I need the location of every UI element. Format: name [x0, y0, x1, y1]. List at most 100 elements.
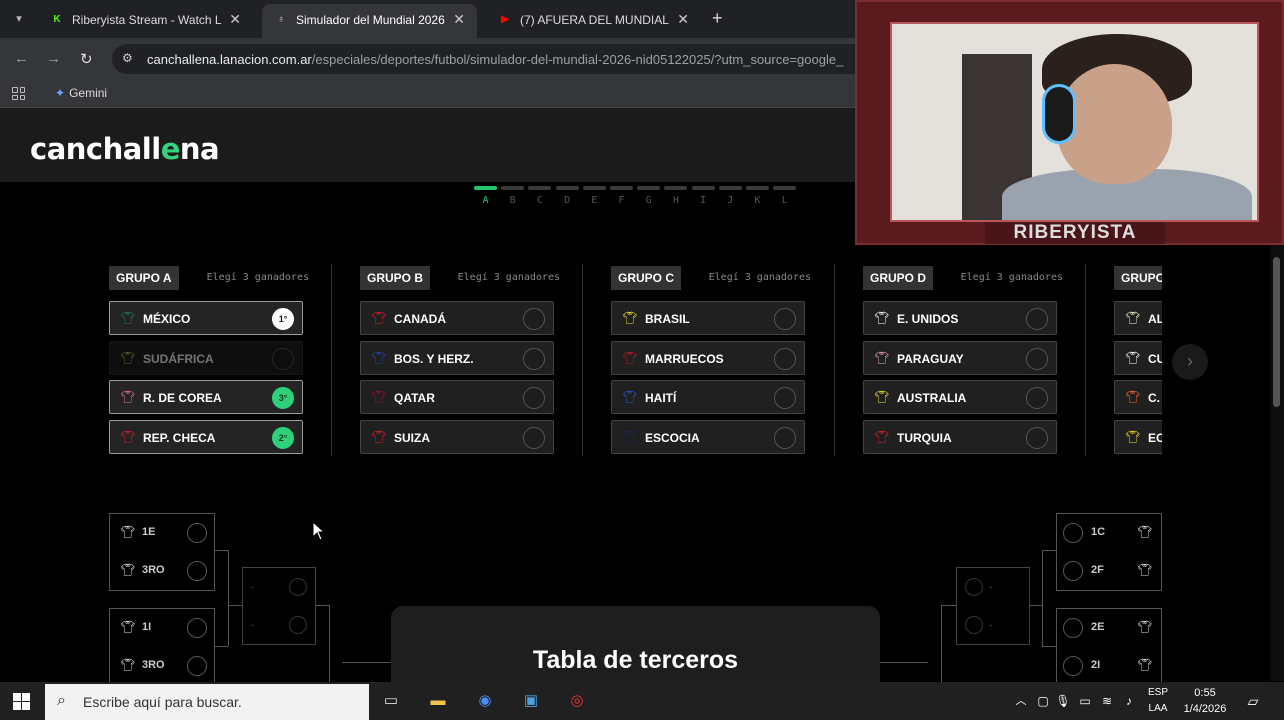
- address-url[interactable]: canchallena.lanacion.com.ar/especiales/d…: [147, 52, 843, 67]
- team-option[interactable]: 👕︎ CANADÁ: [360, 301, 554, 335]
- bracket-seed-box[interactable]: 👕︎ 1E 👕︎ 3RO: [109, 513, 215, 591]
- team-option[interactable]: 👕︎ EC: [1114, 419, 1162, 454]
- team-pick-indicator[interactable]: [523, 387, 545, 409]
- team-option[interactable]: 👕︎ ESCOCIA: [611, 419, 805, 454]
- step-group-d[interactable]: D: [555, 186, 579, 206]
- bracket-slot[interactable]: 2E 👕︎: [1057, 609, 1161, 647]
- language-indicator[interactable]: ESP LAA: [1146, 685, 1170, 717]
- team-option[interactable]: 👕︎ QATAR: [360, 380, 554, 414]
- team-option[interactable]: 👕︎ TURQUIA: [863, 419, 1057, 454]
- team-option[interactable]: 👕︎ BRASIL: [611, 301, 805, 335]
- next-groups-button[interactable]: ›: [1172, 344, 1208, 380]
- step-group-c[interactable]: C: [528, 186, 552, 206]
- team-option[interactable]: 👕︎ E. UNIDOS: [863, 301, 1057, 335]
- file-explorer-icon[interactable]: ▬: [425, 688, 451, 714]
- taskbar-search-box[interactable]: ⌕ Escribe aquí para buscar.: [45, 684, 369, 720]
- bracket-slot[interactable]: 👕︎ 3RO: [110, 647, 214, 685]
- team-pick-indicator[interactable]: [523, 426, 545, 449]
- browser-tab[interactable]: ♁ Simulador del Mundial 2026 ✕: [262, 4, 477, 38]
- step-group-f[interactable]: F: [610, 186, 633, 206]
- step-group-b[interactable]: B: [501, 186, 525, 206]
- app-window-icon[interactable]: ▣: [518, 688, 544, 714]
- bracket-slot[interactable]: 2F 👕︎: [1057, 552, 1161, 590]
- team-option[interactable]: 👕︎ R. DE COREA 3°: [109, 380, 303, 414]
- step-group-k[interactable]: K: [746, 186, 769, 206]
- task-view-icon[interactable]: ▭: [378, 688, 404, 714]
- team-pick-indicator[interactable]: [1026, 347, 1048, 370]
- bracket-slot-radio[interactable]: [187, 523, 207, 543]
- step-group-j[interactable]: J: [718, 186, 742, 206]
- step-group-e[interactable]: E: [582, 186, 606, 206]
- team-option[interactable]: 👕︎ MARRUECOS: [611, 340, 805, 375]
- bracket-seed-box[interactable]: 2E 👕︎ 2I 👕︎: [1056, 608, 1162, 686]
- team-option[interactable]: 👕︎ BOS. Y HERZ.: [360, 340, 554, 375]
- bracket-slot-radio[interactable]: [1063, 618, 1083, 638]
- canchallena-logo[interactable]: canchallena: [30, 132, 220, 166]
- team-pick-indicator[interactable]: 2°: [272, 426, 294, 449]
- bracket-slot-radio[interactable]: [187, 656, 207, 676]
- bracket-slot-radio[interactable]: [1063, 561, 1083, 581]
- team-option[interactable]: 👕︎ SUIZA: [360, 419, 554, 454]
- team-option[interactable]: 👕︎ MÉXICO 1°: [109, 301, 303, 335]
- bracket-seed-box[interactable]: 1C 👕︎ 2F 👕︎: [1056, 513, 1162, 591]
- bracket-slot-radio[interactable]: [1063, 523, 1083, 543]
- back-icon[interactable]: ←: [14, 50, 29, 67]
- team-pick-indicator[interactable]: [1026, 426, 1048, 449]
- page-scrollbar[interactable]: [1270, 245, 1284, 681]
- step-group-h[interactable]: H: [664, 186, 688, 206]
- apps-grid-icon[interactable]: [12, 87, 25, 100]
- bracket-slot[interactable]: 👕︎ 3RO: [110, 552, 214, 590]
- volume-icon[interactable]: ♪: [1116, 688, 1142, 714]
- step-group-i[interactable]: I: [691, 186, 715, 206]
- browser-tab[interactable]: K Riberyista Stream - Watch Live ✕: [38, 4, 253, 38]
- bracket-slot[interactable]: 👕︎ 1E: [110, 514, 214, 552]
- browser-tab[interactable]: ▶ (7) AFUERA DEL MUNDIAL POR ✕: [486, 4, 701, 38]
- close-tab-icon[interactable]: ✕: [677, 11, 689, 28]
- bracket-match-right[interactable]: - -: [956, 567, 1030, 645]
- step-group-a[interactable]: A: [474, 186, 497, 206]
- team-option[interactable]: 👕︎ REP. CHECA 2°: [109, 419, 303, 454]
- tab-search-button[interactable]: ▾: [8, 8, 30, 30]
- bookmark-gemini[interactable]: ✦ Gemini: [55, 86, 107, 100]
- team-option[interactable]: 👕︎ CU: [1114, 340, 1162, 375]
- team-pick-indicator[interactable]: [1026, 308, 1048, 330]
- address-bar[interactable]: ⚙ canchallena.lanacion.com.ar/especiales…: [112, 44, 872, 74]
- team-pick-indicator[interactable]: [774, 347, 796, 370]
- team-pick-indicator[interactable]: [774, 387, 796, 409]
- forward-icon[interactable]: →: [46, 50, 61, 67]
- team-pick-indicator[interactable]: [774, 426, 796, 449]
- team-pick-indicator[interactable]: [272, 347, 294, 370]
- taskbar-clock[interactable]: 0:55 1/4/2026: [1180, 685, 1230, 717]
- team-pick-indicator[interactable]: [523, 308, 545, 330]
- team-option[interactable]: 👕︎ AUSTRALIA: [863, 380, 1057, 414]
- team-pick-indicator[interactable]: [523, 347, 545, 370]
- bracket-seed-box[interactable]: 👕︎ 1I 👕︎ 3RO: [109, 608, 215, 686]
- team-option[interactable]: 👕︎ PARAGUAY: [863, 340, 1057, 375]
- scrollbar-thumb[interactable]: [1273, 257, 1280, 407]
- team-pick-indicator[interactable]: [1026, 387, 1048, 409]
- bracket-slot[interactable]: 2I 👕︎: [1057, 647, 1161, 685]
- step-group-l[interactable]: L: [773, 186, 797, 206]
- bracket-slot-radio[interactable]: [187, 618, 207, 638]
- bracket-match-left[interactable]: - -: [242, 567, 316, 645]
- team-option[interactable]: 👕︎ AL: [1114, 301, 1162, 335]
- step-group-g[interactable]: G: [637, 186, 661, 206]
- reload-icon[interactable]: ↻: [80, 50, 93, 68]
- windows-start-icon[interactable]: [13, 693, 30, 710]
- bracket-slot-radio[interactable]: [1063, 656, 1083, 676]
- bracket-slot[interactable]: 👕︎ 1I: [110, 609, 214, 647]
- obs-icon[interactable]: ◎: [564, 688, 590, 714]
- team-pick-indicator[interactable]: [774, 308, 796, 330]
- bracket-slot[interactable]: 1C 👕︎: [1057, 514, 1161, 552]
- close-tab-icon[interactable]: ✕: [229, 11, 241, 28]
- team-option[interactable]: 👕︎ C.: [1114, 380, 1162, 414]
- team-pick-indicator[interactable]: 3°: [272, 387, 294, 409]
- team-pick-indicator[interactable]: 1°: [272, 308, 294, 330]
- bracket-slot-radio[interactable]: [187, 561, 207, 581]
- site-settings-icon[interactable]: ⚙: [122, 51, 133, 65]
- notifications-icon[interactable]: ▱: [1240, 688, 1266, 714]
- team-option[interactable]: 👕︎ HAITÍ: [611, 380, 805, 414]
- close-tab-icon[interactable]: ✕: [453, 11, 465, 28]
- team-option[interactable]: 👕︎ SUDÁFRICA: [109, 340, 303, 375]
- new-tab-button[interactable]: +: [712, 8, 723, 29]
